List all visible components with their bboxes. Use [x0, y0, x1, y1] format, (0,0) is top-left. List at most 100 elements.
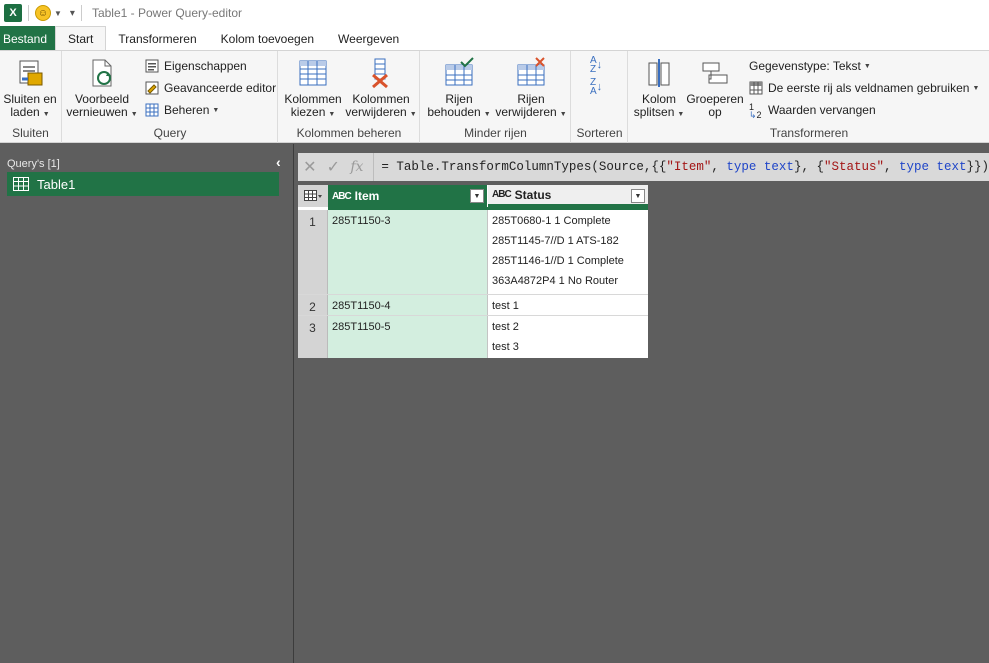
excel-icon: X	[4, 4, 22, 22]
ribbon-tabs: Bestand Start Transformeren Kolom toevoe…	[0, 26, 989, 51]
tab-bestand[interactable]: Bestand	[0, 26, 56, 51]
function-icon[interactable]: fx	[345, 153, 369, 181]
cell-status[interactable]: 285T0680-1 1 Complete 285T1145-7//D 1 AT…	[488, 210, 648, 294]
tab-kolom-toevoegen[interactable]: Kolom toevoegen	[209, 26, 326, 51]
formula-input[interactable]: = Table.TransformColumnTypes(Source,{{"I…	[381, 160, 989, 174]
confirm-formula-icon[interactable]: ✓	[322, 153, 346, 181]
header-row-icon	[749, 81, 763, 95]
refresh-label-2: vernieuwen ▼	[66, 105, 138, 119]
properties-button[interactable]: Eigenschappen	[145, 56, 247, 76]
cell-item[interactable]: 285T1150-4	[328, 295, 488, 315]
remove-rows-label: verwijderen ▼	[495, 105, 567, 119]
group-minder-rijen: Rijen behouden ▼ Rijen verwijderen ▼ Minde…	[421, 51, 571, 143]
text-type-icon[interactable]: ABC	[492, 189, 512, 200]
group-sluiten: Sluiten en laden ▼ Sluiten	[0, 51, 62, 143]
close-load-label-2: laden ▼	[10, 105, 50, 119]
close-and-load-button[interactable]: Sluiten en laden ▼	[2, 57, 58, 121]
sort-descending-button[interactable]: Z A ↓	[590, 77, 602, 97]
group-label-query: Query	[153, 126, 187, 140]
tab-transformeren[interactable]: Transformeren	[106, 26, 208, 51]
cell-status-line: test 3	[492, 341, 519, 353]
remove-rows-button[interactable]: Rijen verwijderen ▼	[495, 57, 567, 121]
close-load-icon	[14, 57, 46, 89]
table-row[interactable]: 1 285T1150-3 285T0680-1 1 Complete 285T1…	[298, 210, 648, 295]
row-number[interactable]: 3	[298, 316, 328, 358]
group-by-icon	[699, 57, 731, 89]
cell-status-line: 285T1146-1//D 1 Complete	[492, 255, 624, 267]
cell-item[interactable]: 285T1150-3	[328, 210, 488, 294]
chevron-down-icon[interactable]: ▼	[54, 9, 62, 18]
cell-status[interactable]: test 2 test 3	[488, 316, 648, 358]
filter-dropdown-icon[interactable]: ▼	[631, 189, 645, 203]
refresh-icon	[86, 57, 118, 89]
sort-ascending-button[interactable]: A Z ↓	[590, 56, 602, 75]
queries-pane-title: Query's [1]	[7, 158, 60, 170]
sort-descending-icon: ZA	[590, 77, 597, 97]
choose-columns-icon	[297, 57, 329, 89]
cancel-formula-icon[interactable]: ✕	[298, 153, 322, 181]
tab-start[interactable]: Start	[55, 26, 107, 51]
group-label-sluiten: Sluiten	[12, 126, 49, 140]
group-label-minder-rijen: Minder rijen	[464, 126, 527, 140]
row-number[interactable]: 2	[298, 295, 328, 315]
advanced-editor-icon	[145, 81, 159, 95]
refresh-preview-button[interactable]: Voorbeeld vernieuwen ▼	[66, 57, 138, 121]
table-row[interactable]: 2 285T1150-4 test 1	[298, 295, 648, 316]
manage-button[interactable]: Beheren ▼	[145, 100, 219, 120]
manage-table-icon	[145, 103, 159, 117]
split-column-icon	[643, 57, 675, 89]
choose-columns-button[interactable]: Kolommen kiezen ▼	[284, 57, 342, 121]
replace-values-button[interactable]: 1 ↳2 Waarden vervangen	[749, 100, 876, 120]
cell-status[interactable]: test 1	[488, 295, 648, 315]
formula-separator	[372, 153, 374, 181]
column-header-item[interactable]: ABC Item ▼	[328, 185, 488, 207]
filter-dropdown-icon[interactable]: ▼	[470, 189, 484, 203]
group-by-button[interactable]: Groeperen op	[686, 57, 744, 119]
split-column-button[interactable]: Kolom splitsen ▼	[633, 57, 685, 121]
window-title: Table1 - Power Query-editor	[91, 6, 243, 20]
keep-rows-label: behouden ▼	[427, 105, 491, 119]
group-label-kolommen: Kolommen beheren	[296, 126, 402, 140]
formula-bar: ✕ ✓ fx = Table.TransformColumnTypes(Sour…	[298, 153, 989, 181]
cell-status-line: 285T0680-1 1 Complete	[492, 215, 611, 227]
group-kolommen-beheren: Kolommen kiezen ▼ Kolommen verwijderen ▼ K…	[279, 51, 420, 143]
remove-columns-label: verwijderen ▼	[345, 105, 417, 119]
feedback-smiley-icon[interactable]: ☺	[35, 5, 51, 21]
group-label-transformeren: Transformeren	[769, 126, 849, 140]
ribbon: Sluiten en laden ▼ Sluiten Voorbeeld vern…	[0, 50, 989, 143]
group-query: Voorbeeld vernieuwen ▼ Eigenschappen Geav…	[63, 51, 278, 143]
collapse-pane-icon[interactable]: ‹	[276, 154, 281, 170]
split-column-label: splitsen ▼	[633, 105, 685, 119]
table-menu-icon[interactable]	[298, 185, 328, 207]
replace-values-icon: 1 ↳2	[749, 102, 762, 120]
table-row[interactable]: 3 285T1150-5 test 2 test 3	[298, 316, 648, 358]
text-type-icon[interactable]: ABC	[332, 191, 352, 202]
table-icon	[13, 177, 29, 191]
row-number[interactable]: 1	[298, 210, 328, 294]
queries-pane: Query's [1] ‹ Table1	[0, 144, 294, 663]
remove-columns-icon	[365, 57, 397, 89]
choose-columns-label: kiezen ▼	[290, 105, 336, 119]
column-header-label: Status	[514, 187, 552, 202]
tab-weergeven[interactable]: Weergeven	[326, 26, 411, 51]
use-first-row-headers-button[interactable]: De eerste rij als veldnamen gebruiken ▼	[749, 78, 979, 98]
properties-icon	[145, 59, 159, 73]
data-grid: ABC Item ▼ ABC Status ▼ 1 285T1150-3 285…	[298, 185, 648, 358]
grid-header: ABC Item ▼ ABC Status ▼	[298, 185, 648, 207]
column-header-status[interactable]: ABC Status ▼	[488, 185, 648, 207]
keep-rows-icon	[443, 57, 475, 89]
keep-rows-button[interactable]: Rijen behouden ▼	[427, 57, 491, 121]
qat-separator	[28, 5, 29, 21]
remove-columns-button[interactable]: Kolommen verwijderen ▼	[345, 57, 417, 121]
data-type-dropdown[interactable]: Gegevenstype: Tekst ▼	[749, 56, 871, 76]
title-bar: X ☺ ▼ ▾ Table1 - Power Query-editor	[0, 0, 989, 26]
group-sorteren: A Z ↓ Z A ↓ Sorteren	[572, 51, 628, 143]
customize-qat-icon[interactable]: ▾	[70, 8, 75, 19]
advanced-editor-button[interactable]: Geavanceerde editor	[145, 78, 276, 98]
group-label-sorteren: Sorteren	[576, 126, 623, 140]
query-item-table1[interactable]: Table1	[7, 172, 279, 196]
pane-divider[interactable]	[293, 144, 294, 663]
cell-item[interactable]: 285T1150-5	[328, 316, 488, 358]
qat-separator	[80, 5, 82, 21]
column-header-label: Item	[354, 189, 380, 203]
